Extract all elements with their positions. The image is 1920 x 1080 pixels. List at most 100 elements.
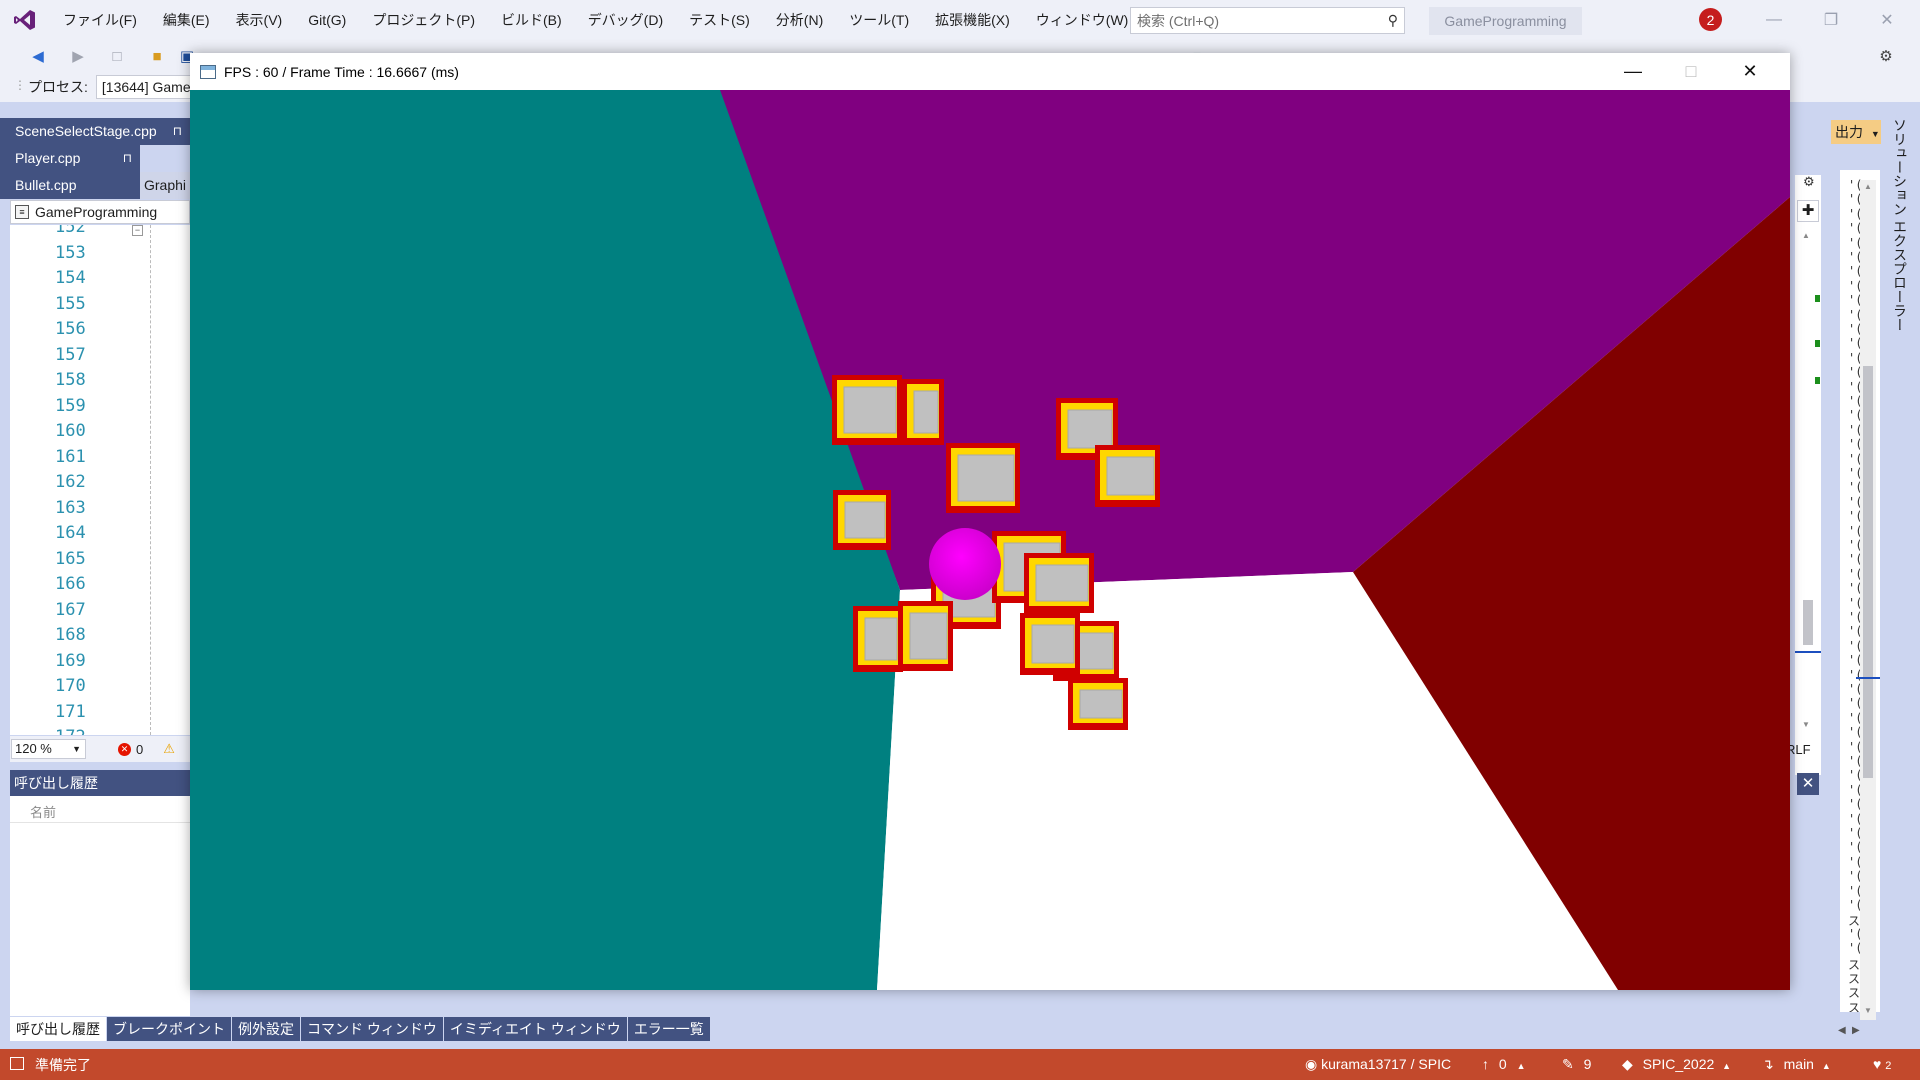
back-icon[interactable]: ◀ xyxy=(29,47,47,65)
player-sphere xyxy=(929,528,1001,600)
gear-icon[interactable]: ⚙ xyxy=(1803,174,1815,190)
block xyxy=(898,601,953,671)
repository-item[interactable]: ◆ SPIC_2022 ▲ xyxy=(1622,1049,1731,1080)
bottom-tab[interactable]: エラー一覧 xyxy=(627,1017,710,1041)
notification-badge[interactable]: 2 xyxy=(1699,8,1722,31)
error-indicator[interactable]: ✕ 0 xyxy=(118,742,143,757)
line-number: 159 xyxy=(55,395,86,416)
forward-icon[interactable]: ▶ xyxy=(69,47,87,65)
pencil-icon: ✎ xyxy=(1562,1056,1574,1072)
line-number: 171 xyxy=(55,701,86,722)
block xyxy=(833,490,891,550)
output-window-button[interactable]: 出力 ▼ xyxy=(1831,120,1881,144)
push-item[interactable]: ↑ 0 ▲ xyxy=(1482,1049,1526,1080)
scroll-up-icon[interactable]: ▲ xyxy=(1802,231,1810,240)
status-bar: 準備完了 ◉ kurama13717 / SPIC ↑ 0 ▲ ✎ 9 ◆ SP… xyxy=(0,1049,1920,1080)
github-repo-item[interactable]: ◉ kurama13717 / SPIC xyxy=(1305,1049,1451,1080)
error-icon: ✕ xyxy=(118,742,131,756)
column-header-name[interactable]: 名前 xyxy=(30,802,56,821)
menu-item[interactable]: ファイル(F) xyxy=(50,0,150,40)
menu-item[interactable]: ビルド(B) xyxy=(488,0,575,40)
tab-player[interactable]: Player.cpp ⊓ xyxy=(0,145,140,172)
maximize-icon[interactable]: □ xyxy=(1662,53,1720,90)
scroll-up-icon[interactable]: ▲ xyxy=(1864,182,1872,191)
changes-item[interactable]: ✎ 9 xyxy=(1562,1049,1591,1080)
scroll-down-icon[interactable]: ▼ xyxy=(1864,1006,1872,1015)
block xyxy=(902,379,944,445)
menu-item[interactable]: 分析(N) xyxy=(763,0,836,40)
search-icon: ⚲ xyxy=(1387,12,1398,28)
scrollbar-thumb[interactable] xyxy=(1863,366,1873,778)
tab-scene-select-stage[interactable]: SceneSelectStage.cpp ⊓ xyxy=(0,118,190,145)
collapse-icon[interactable]: − xyxy=(132,225,143,236)
chevron-up-icon: ▲ xyxy=(1821,1061,1831,1071)
menu-item[interactable]: ツール(T) xyxy=(836,0,922,40)
line-number: 172 xyxy=(55,727,86,735)
menu-bar: ファイル(F) 編集(E) 表示(V) Git(G) プロジェクト(P) ビルド(B) デバ… xyxy=(0,0,1920,40)
minimize-icon[interactable]: — xyxy=(1604,53,1662,90)
project-title: GameProgramming xyxy=(1429,7,1582,35)
output-label: 出力 xyxy=(1835,124,1863,140)
tab-bullet[interactable]: Bullet.cpp xyxy=(0,172,140,199)
warning-icon[interactable]: ⚠ xyxy=(163,741,175,757)
project-navigation-dropdown[interactable]: ≡ GameProgramming xyxy=(10,200,190,224)
repository-name: SPIC_2022 xyxy=(1642,1056,1715,1072)
bottom-tab[interactable]: コマンド ウィンドウ xyxy=(301,1017,443,1041)
game-window-titlebar[interactable]: FPS : 60 / Frame Time : 16.6667 (ms) — □… xyxy=(190,53,1790,90)
pin-icon[interactable]: ⊓ xyxy=(123,145,132,172)
bottom-tab[interactable]: イミディエイト ウィンドウ xyxy=(443,1017,627,1041)
search-input[interactable]: 検索 (Ctrl+Q) ⚲ xyxy=(1130,7,1405,34)
split-editor-icon[interactable]: ✚ xyxy=(1797,200,1819,222)
minimize-icon[interactable]: — xyxy=(1751,0,1797,40)
menu-item[interactable]: テスト(S) xyxy=(676,0,763,40)
pin-icon[interactable]: ⊓ xyxy=(173,118,182,145)
game-window[interactable]: FPS : 60 / Frame Time : 16.6667 (ms) — □… xyxy=(190,53,1790,990)
scroll-left-icon[interactable]: ◀ xyxy=(1838,1025,1846,1036)
block xyxy=(1024,553,1094,613)
game-viewport[interactable] xyxy=(190,90,1790,990)
new-item-icon[interactable]: □ xyxy=(108,47,126,65)
notifications-count: 2 xyxy=(1885,1060,1892,1072)
visual-studio-logo-icon[interactable] xyxy=(0,0,50,40)
bottom-tab[interactable]: 例外設定 xyxy=(232,1017,300,1041)
bottom-tool-tabs: 呼び出し履歴 ブレークポイント 例外設定 コマンド ウィンドウ イミディエイト ウィンド… xyxy=(10,1017,711,1041)
branch-name: main xyxy=(1783,1056,1814,1072)
tab-label: SceneSelectStage.cpp xyxy=(15,123,157,139)
push-count: 0 xyxy=(1498,1056,1507,1072)
line-number: 168 xyxy=(55,625,86,645)
solution-explorer-tab[interactable]: ソリューション エクスプローラー xyxy=(1888,118,1912,358)
menu-item[interactable]: ウィンドウ(W) xyxy=(1023,0,1142,40)
tab-label: Bullet.cpp xyxy=(15,177,77,193)
notifications-item[interactable]: ♥ 2 xyxy=(1873,1049,1891,1080)
scroll-down-icon[interactable]: ▼ xyxy=(1802,720,1810,729)
scrollbar-thumb[interactable] xyxy=(1803,600,1813,645)
line-number: 169 xyxy=(55,650,86,671)
chevron-up-icon: ▲ xyxy=(1722,1061,1732,1071)
menu-item[interactable]: デバッグ(D) xyxy=(575,0,676,40)
output-scrollbar[interactable]: ▲ ▼ xyxy=(1856,180,1880,1020)
close-icon[interactable]: ✕ xyxy=(1864,0,1910,40)
editor-overview-scrollbar[interactable]: ▲ ▼ xyxy=(1795,175,1821,775)
close-icon[interactable]: ✕ xyxy=(1797,773,1819,795)
scroll-right-icon[interactable]: ▶ xyxy=(1852,1025,1860,1036)
line-number: 153 xyxy=(55,242,86,263)
menu-item[interactable]: プロジェクト(P) xyxy=(359,0,488,40)
tab-graphics[interactable]: Graphi xyxy=(140,172,190,199)
code-editor[interactable]: − 152 153 154 155 156 157 158 159 160 161 162 163 16… xyxy=(10,225,190,735)
menu-item[interactable]: 表示(V) xyxy=(223,0,296,40)
menu-item[interactable]: 編集(E) xyxy=(150,0,223,40)
menu-item[interactable]: Git(G) xyxy=(295,0,359,40)
bottom-tab[interactable]: 呼び出し履歴 xyxy=(10,1017,106,1041)
zoom-dropdown[interactable]: 120 % ▼ xyxy=(11,739,86,759)
live-share-icon[interactable]: ⚙ xyxy=(1877,47,1895,65)
output-line: ス xyxy=(1848,1000,1861,1012)
arrow-up-icon: ↑ xyxy=(1482,1056,1489,1072)
branch-icon: ↴ xyxy=(1762,1056,1774,1072)
bottom-tab[interactable]: ブレークポイント xyxy=(107,1017,231,1041)
restore-icon[interactable]: ❐ xyxy=(1808,0,1854,40)
close-icon[interactable]: ✕ xyxy=(1721,53,1779,90)
open-folder-icon[interactable]: ■ xyxy=(148,47,166,65)
menu-item[interactable]: 拡張機能(X) xyxy=(922,0,1023,40)
branch-item[interactable]: ↴ main ▲ xyxy=(1762,1049,1831,1080)
block xyxy=(946,443,1020,513)
